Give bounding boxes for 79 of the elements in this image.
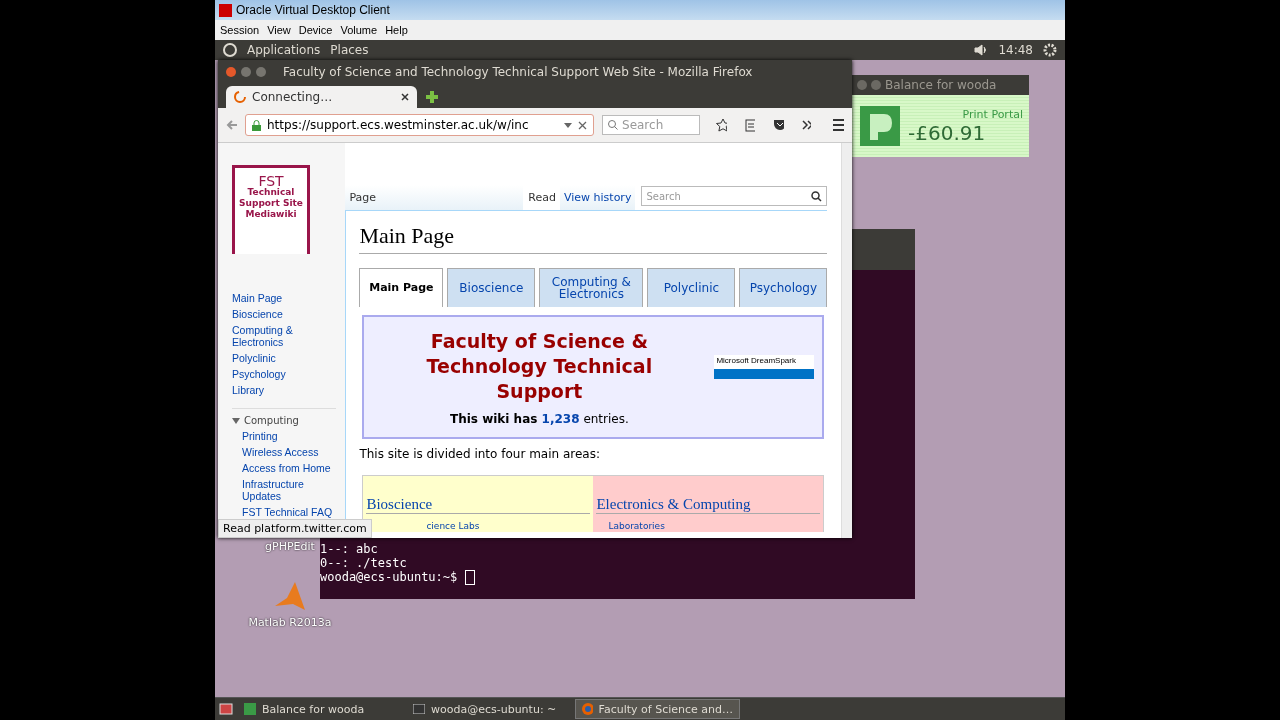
sidebar-link[interactable]: Bioscience [232,308,336,320]
intro-text: This site is divided into four main areas: [359,447,601,461]
sidebar-link[interactable]: Main Page [232,292,336,304]
close-button[interactable] [226,67,236,77]
url-field[interactable]: https://support.ecs.westminster.ac.uk/w/inc [245,114,594,136]
plus-icon[interactable] [425,90,439,104]
taskbar-button[interactable]: Balance for wooda [237,699,402,719]
sidebar-link[interactable]: Wireless Access [242,446,340,458]
view-tab[interactable]: View history [559,185,636,210]
globe-icon [582,703,593,715]
banner-title: Faculty of Science & Technology Technical Support [425,328,654,404]
menu-item[interactable]: Device [298,24,333,36]
tab-title: Connecting… [252,90,334,104]
minimize-button[interactable] [241,67,251,77]
area-link[interactable]: Laboratories [608,521,665,531]
browser-title: Faculty of Science and Technology Technical Support Web Site - Mozilla Firefox [283,65,753,79]
content-tab[interactable]: Polyclinic [647,268,736,307]
area-title[interactable]: Electronics & Computing [596,496,821,514]
status-text: Read platform.twitter.com [218,519,372,538]
balance-amount: -£60.91 [908,120,986,145]
clipboard-icon[interactable] [745,118,755,132]
menu-item[interactable]: Help [385,24,408,36]
sidebar-link[interactable]: FST Technical FAQ [242,506,340,518]
terminal-line: 0--: ./testc [320,556,408,570]
star-icon[interactable] [716,118,728,132]
panel-menu[interactable]: Applications [247,43,321,57]
triangle-icon[interactable] [232,417,240,424]
portal-label: Print Portal [962,107,1023,121]
speaker-icon[interactable] [974,44,989,56]
ubuntu-logo-icon [223,43,237,57]
site-logo[interactable]: FST Technical Support Site Mediawiki [232,165,310,254]
browser-tab[interactable]: Connecting… [226,86,417,108]
print-portal-logo-icon [858,104,902,148]
terminal-icon [413,704,425,714]
chevrons-icon[interactable] [801,120,811,130]
page-heading: Main Page [359,223,828,254]
taskbar-button[interactable]: wooda@ecs-ubuntu: ~ [406,699,571,719]
pocket-icon[interactable] [772,119,784,131]
portal-icon [244,703,256,715]
menu-icon[interactable] [833,119,844,131]
caret-icon[interactable] [564,122,572,128]
area-title[interactable]: Bioscience [366,496,591,514]
content-tab[interactable]: Computing & Electronics [539,268,644,307]
app-icon [219,3,232,17]
close-icon[interactable] [401,93,409,101]
panel-menu[interactable]: Places [330,43,369,57]
sidebar-link[interactable]: Infrastructure Updates [242,478,340,502]
clock[interactable]: 14:48 [998,43,1033,57]
menu-item[interactable]: View [267,24,291,36]
terminal-line: 1--: abc [320,542,379,556]
text-cursor [465,570,476,585]
scrollbar[interactable] [841,143,852,538]
close-icon[interactable] [578,120,587,130]
page-tab[interactable]: Page [345,185,524,210]
balance-title: Balance for wooda [885,78,997,92]
content-tab[interactable]: Psychology [739,268,828,307]
show-desktop-icon[interactable] [219,703,233,715]
content-tab[interactable]: Bioscience [447,268,536,307]
sidebar-link[interactable]: Polyclinic [232,352,336,364]
menu-item[interactable]: Session [220,24,260,36]
sidebar-section-title[interactable]: Computing [244,415,299,426]
lock-icon [252,119,261,131]
sidebar-link[interactable]: Computing & Electronics [232,324,336,348]
sidebar-link[interactable]: Psychology [232,368,336,380]
area-link[interactable]: cience Labs [426,521,480,531]
maximize-button[interactable] [256,67,266,77]
window-title: Oracle Virtual Desktop Client [236,3,390,17]
search-icon[interactable] [811,190,823,202]
taskbar-button[interactable]: Faculty of Science and… [575,699,740,719]
sidebar-link[interactable]: Library [232,384,336,396]
content-tab[interactable]: Main Page [359,268,444,307]
terminal-prompt: wooda@ecs-ubuntu:~$ [320,570,458,584]
search-icon [607,119,619,131]
menu-item[interactable]: Volume [340,24,378,36]
sidebar-link[interactable]: Printing [242,430,340,442]
dreamspark-badge[interactable]: Microsoft DreamSpark [714,355,815,379]
entry-count-text: This wiki has 1,238 entries. [449,411,629,426]
gear-icon[interactable] [1043,43,1057,57]
sidebar-link[interactable]: Access from Home [242,462,340,474]
